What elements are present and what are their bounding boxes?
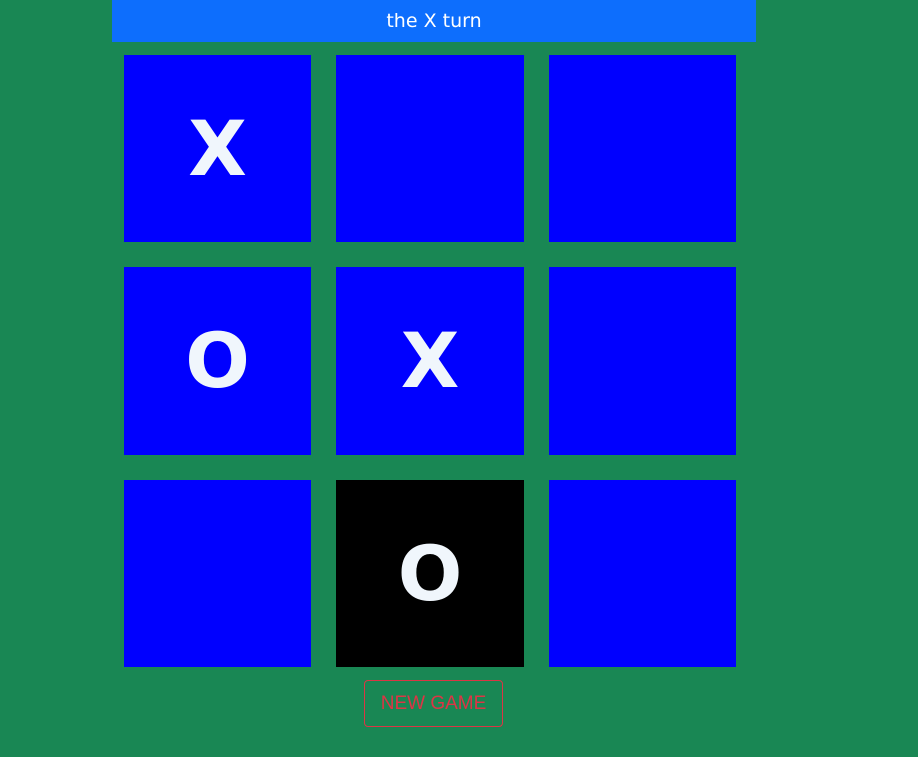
board-cell-7[interactable] [124, 480, 311, 667]
board-cell-8[interactable]: O [336, 480, 524, 667]
new-game-button[interactable]: NEW GAME [364, 680, 503, 727]
board-cell-3[interactable] [549, 55, 736, 242]
board-cell-1[interactable]: X [124, 55, 311, 242]
turn-status-bar: the X turn [112, 0, 756, 42]
board-cell-6[interactable] [549, 267, 736, 455]
board-cell-4[interactable]: O [124, 267, 311, 455]
game-board: X O X O [124, 55, 736, 667]
board-cell-5[interactable]: X [336, 267, 524, 455]
board-cell-2[interactable] [336, 55, 524, 242]
turn-status-text: the X turn [386, 10, 482, 32]
board-cell-9[interactable] [549, 480, 736, 667]
